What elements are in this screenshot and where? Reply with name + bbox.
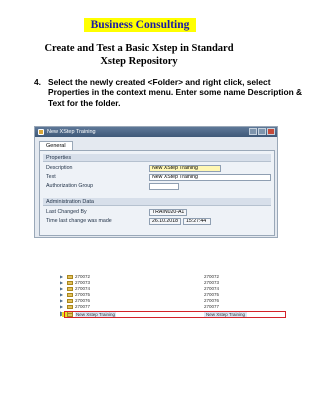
change-time-field: 15:27:44 [183, 218, 211, 225]
change-date-field: 26.10.2018 [149, 218, 181, 225]
folder-icon [67, 293, 73, 297]
authorization-group-label: Authorization Group [46, 183, 94, 189]
folder-icon [67, 287, 73, 291]
page-title-line-1: Create and Test a Basic Xstep in Standar… [44, 43, 234, 54]
page-title-line-2: Xstep Repository [100, 56, 178, 67]
sap-properties-window: New XStep Training General Properties De… [34, 126, 278, 238]
properties-group-header: Properties [43, 154, 271, 162]
tab-general[interactable]: General [39, 141, 73, 150]
time-last-change-label: Time last change was made [46, 218, 112, 224]
maximize-icon[interactable] [258, 128, 266, 135]
folder-icon [67, 281, 73, 285]
window-controls [249, 128, 275, 135]
administration-data-group-header: Administration Data [43, 198, 271, 206]
folder-icon [67, 299, 73, 303]
business-consulting-banner: Business Consulting [84, 18, 196, 32]
window-title: New XStep Training [47, 129, 96, 135]
text-field[interactable]: New XStep Training [149, 174, 271, 181]
description-field[interactable]: New XStep Training [149, 165, 221, 172]
text-row: Text New XStep Training [43, 173, 271, 181]
authorization-group-field[interactable] [149, 183, 179, 190]
text-label: Text [46, 174, 56, 180]
description-label: Description [46, 165, 73, 171]
last-changed-by-row: Last Changed By TRAIN020-A1 [43, 208, 271, 216]
tab-content: Properties Description New XStep Trainin… [39, 150, 275, 236]
step-instruction: 4. Select the newly created <Folder> and… [34, 77, 312, 108]
minimize-icon[interactable] [249, 128, 257, 135]
close-icon[interactable] [267, 128, 275, 135]
last-changed-by-field: TRAIN020-A1 [149, 209, 187, 216]
authorization-group-row: Authorization Group [43, 182, 271, 190]
step-number: 4. [34, 77, 41, 87]
last-changed-by-label: Last Changed By [46, 209, 87, 215]
highlight-box [64, 311, 286, 318]
description-row: Description New XStep Training [43, 164, 271, 172]
time-last-change-row: Time last change was made 26.10.2018 15:… [43, 217, 271, 225]
window-app-icon [38, 129, 44, 135]
folder-icon [67, 305, 73, 309]
folder-icon [67, 275, 73, 279]
step-text: Select the newly created <Folder> and ri… [48, 77, 303, 108]
window-titlebar: New XStep Training [35, 127, 277, 137]
